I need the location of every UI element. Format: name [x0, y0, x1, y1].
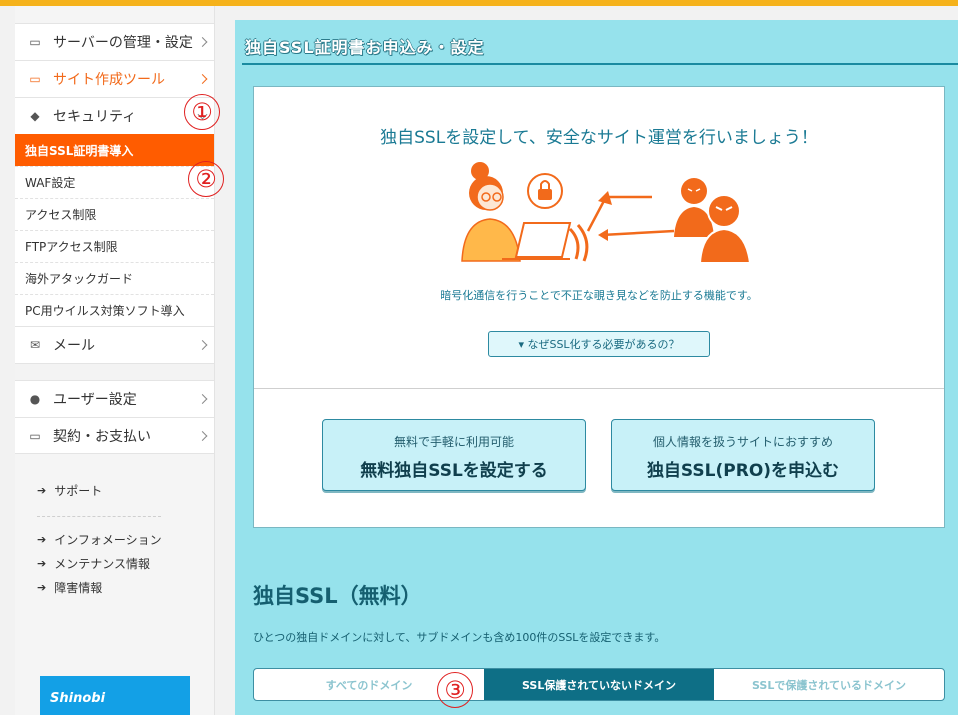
sidebar-subitem-ftp-restriction[interactable]: FTPアクセス制限	[15, 230, 214, 262]
sidebar-item-label: 契約・お支払い	[53, 428, 151, 445]
page-title: 独自SSL証明書お申込み・設定	[245, 38, 485, 57]
sidebar-item-label: セキュリティ	[53, 109, 137, 125]
laptop	[514, 222, 572, 258]
sidebar-item-label: メール	[53, 338, 95, 354]
link-maintenance[interactable]: ➔ メンテナンス情報	[37, 551, 214, 575]
divider	[254, 388, 944, 389]
sidebar-item-server-management[interactable]: ▭ サーバーの管理・設定	[15, 23, 214, 60]
chevron-right-icon	[197, 37, 208, 47]
title-rule	[242, 63, 958, 65]
arrow-right-icon: ➔	[37, 580, 47, 594]
pro-ssl-label: 独自SSL(PRO)を申込む	[646, 461, 840, 481]
chevron-right-icon	[197, 74, 208, 84]
arrow-right-icon: ➔	[37, 483, 47, 497]
link-support[interactable]: ➔ サポート	[37, 478, 214, 502]
link-information[interactable]: ➔ インフォメーション	[37, 527, 214, 551]
free-ssl-subtitle: 無料で手軽に利用可能	[393, 435, 514, 449]
user-icon: ●	[29, 392, 41, 406]
chevron-right-icon	[197, 394, 208, 404]
divider	[37, 516, 161, 517]
free-ssl-button[interactable]: 無料で手軽に利用可能 無料独自SSLを設定する	[322, 419, 586, 491]
chevron-right-icon	[197, 340, 208, 350]
intro-card: 独自SSLを設定して、安全なサイト運営を行いましょう！ 暗号化通信を行うことで不…	[253, 86, 945, 528]
shield-icon: ◆	[30, 109, 40, 123]
chevron-right-icon	[197, 430, 208, 441]
annotation-marker-2: ②	[188, 161, 224, 197]
lock-icon	[538, 189, 552, 200]
shinobi-logo: Shinobi	[50, 691, 106, 706]
annotation-marker-1: ①	[184, 94, 220, 130]
security-illustration	[461, 162, 752, 264]
sidebar-item-label: サイト作成ツール	[53, 72, 165, 88]
sidebar-item-mail[interactable]: ✉ メール	[15, 326, 214, 363]
hero-description: 暗号化通信を行うことで不正な覗き見などを防止する機能です。	[440, 289, 758, 302]
sidebar-subitem-attack-guard[interactable]: 海外アタックガード	[15, 262, 214, 294]
pro-ssl-button[interactable]: 個人情報を扱うサイトにおすすめ 独自SSL(PRO)を申込む	[611, 419, 875, 491]
credit-card-icon: ▭	[29, 428, 41, 443]
hacker-head-2	[707, 194, 741, 228]
sidebar-item-user-settings[interactable]: ● ユーザー設定	[15, 380, 214, 417]
sidebar-subitem-ssl[interactable]: 独自SSL証明書導入	[15, 134, 214, 166]
hacker-head	[681, 178, 707, 204]
sidebar-subitem-waf[interactable]: WAF設定	[15, 166, 214, 198]
free-ssl-label: 無料独自SSLを設定する	[360, 461, 548, 481]
sidebar-item-label: サーバーの管理・設定	[53, 35, 193, 51]
why-ssl-button[interactable]: ▾ なぜSSL化する必要があるの？	[488, 331, 710, 357]
shinobi-banner[interactable]: Shinobi	[40, 676, 190, 715]
section-description: ひとつの独自ドメインに対して、サブドメインも含め100件のSSLを設定できます。	[253, 631, 666, 644]
hero-heading: 独自SSLを設定して、安全なサイト運営を行いましょう！	[380, 128, 818, 148]
envelope-icon: ✉	[29, 338, 41, 352]
annotation-marker-3: ③	[437, 672, 473, 708]
arrow-right-icon: ➔	[37, 532, 47, 546]
domain-filter-tabs: すべてのドメイン SSL保護されていないドメイン SSLで保護されているドメイン	[253, 668, 945, 701]
link-outage[interactable]: ➔ 障害情報	[37, 575, 214, 599]
tab-unprotected-domains[interactable]: SSL保護されていないドメイン	[484, 669, 714, 700]
tab-protected-domains[interactable]: SSLで保護されているドメイン	[714, 669, 944, 700]
sidebar-subitem-access-restriction[interactable]: アクセス制限	[15, 198, 214, 230]
pro-ssl-subtitle: 個人情報を扱うサイトにおすすめ	[652, 435, 833, 449]
sidebar-links: ➔ サポート ➔ インフォメーション ➔ メンテナンス情報 ➔ 障害情報	[15, 454, 214, 599]
laptop-icon: ▭	[29, 72, 41, 86]
sidebar-item-billing[interactable]: ▭ 契約・お支払い	[15, 417, 214, 454]
section-title: 独自SSL（無料）	[253, 584, 422, 608]
main-panel: 独自SSL証明書お申込み・設定 独自SSLを設定して、安全なサイト運営を行いまし…	[235, 20, 958, 715]
sidebar-subitem-antivirus[interactable]: PC用ウイルス対策ソフト導入	[15, 294, 214, 326]
sidebar-item-site-tools[interactable]: ▭ サイト作成ツール	[15, 60, 214, 97]
sidebar-item-label: ユーザー設定	[53, 392, 137, 408]
arrow-left-icon	[601, 229, 675, 237]
server-icon: ▭	[29, 35, 41, 49]
body	[461, 218, 521, 262]
arrow-right-icon: ➔	[37, 556, 47, 570]
arrow-up-icon	[586, 195, 652, 232]
